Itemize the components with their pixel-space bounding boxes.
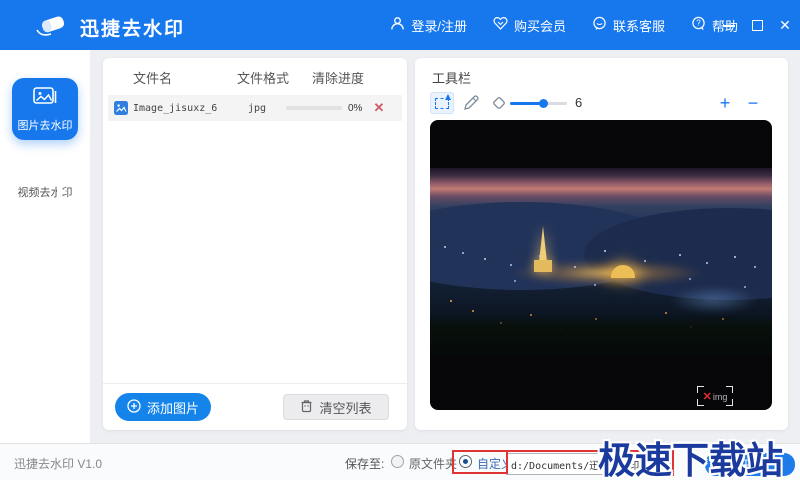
- slider-handle[interactable]: [539, 99, 548, 108]
- column-progress: 清除进度: [312, 68, 364, 87]
- add-image-button[interactable]: 添加图片: [115, 393, 211, 421]
- chat-bubble-icon: [592, 16, 607, 34]
- photo-city-glow: [669, 286, 758, 314]
- photo-church-body: [534, 260, 552, 272]
- toolbar-title: 工具栏: [432, 68, 471, 87]
- toolbar: 6 + −: [415, 92, 788, 116]
- status-bar: 迅捷去水印 V1.0 保存至: 原文件夹 自定义 开始: [0, 443, 800, 480]
- delete-file-icon[interactable]: ✕: [370, 99, 388, 117]
- vip-heart-icon: [493, 16, 508, 34]
- minimize-icon[interactable]: [722, 18, 736, 32]
- app-window: 迅捷去水印 登录/注册 购买会员 联系客服: [0, 0, 800, 480]
- photo-foreground-trees: [430, 314, 772, 358]
- browse-folder-button[interactable]: [649, 453, 671, 476]
- brush-size-slider[interactable]: [510, 102, 567, 105]
- user-icon: [390, 16, 405, 34]
- file-list-panel: 文件名 文件格式 清除进度 Image_jisuxz_6 jpg 0% ✕ 添加…: [103, 58, 407, 430]
- eraser-tool-icon[interactable]: [490, 94, 508, 117]
- selection-arrow-icon: [445, 94, 451, 100]
- column-format: 文件格式: [237, 68, 289, 87]
- watermark-selection-marker[interactable]: ✕img: [697, 386, 733, 406]
- marker-corner: [726, 386, 733, 393]
- folder-icon: [654, 459, 667, 470]
- photo-city-lights: [444, 246, 446, 248]
- svg-text:?: ?: [696, 19, 701, 28]
- radio-original-folder-label[interactable]: 原文件夹: [409, 455, 457, 472]
- sidebar-item-label: 图片去水印: [18, 117, 73, 133]
- app-logo-eraser-icon: [34, 10, 70, 45]
- sidebar-item-label: 视频去水印: [0, 184, 90, 200]
- progress-bar: [286, 106, 342, 110]
- help-question-icon: ?: [691, 16, 706, 34]
- save-path-input[interactable]: [506, 453, 646, 475]
- clear-list-button[interactable]: 清空列表: [283, 394, 389, 420]
- buy-membership-button[interactable]: 购买会员: [493, 16, 566, 35]
- sidebar: 图片去水印 视频去水印: [0, 50, 90, 443]
- selection-tool-button[interactable]: [430, 92, 454, 114]
- photo-church-spire: [539, 226, 547, 262]
- trash-icon: [300, 399, 313, 416]
- login-register-button[interactable]: 登录/注册: [390, 16, 467, 35]
- brush-size-value: 6: [575, 95, 582, 110]
- title-bar: 迅捷去水印 登录/注册 购买会员 联系客服: [0, 0, 800, 50]
- image-icon: [32, 86, 58, 113]
- marker-corner: [726, 399, 733, 406]
- marker-corner: [697, 386, 704, 393]
- photo-street-lights: [450, 300, 452, 302]
- marker-x-icon: ✕: [703, 391, 712, 403]
- zoom-in-icon[interactable]: +: [715, 92, 735, 114]
- radio-original-folder[interactable]: [391, 455, 404, 468]
- sidebar-item-video-watermark[interactable]: 视频去水印: [0, 178, 90, 200]
- app-version: 迅捷去水印 V1.0: [14, 455, 102, 472]
- zoom-out-icon[interactable]: −: [743, 92, 763, 114]
- table-row[interactable]: Image_jisuxz_6 jpg 0% ✕: [108, 95, 402, 121]
- window-controls: ✕: [722, 0, 792, 50]
- progress-value: 0%: [348, 103, 362, 114]
- start-button[interactable]: 开始: [705, 453, 795, 476]
- file-format: jpg: [248, 103, 266, 114]
- brush-tool-icon[interactable]: [462, 94, 480, 117]
- file-name: Image_jisuxz_6: [133, 103, 217, 114]
- maximize-icon[interactable]: [750, 18, 764, 32]
- marker-corner: [697, 399, 704, 406]
- close-icon[interactable]: ✕: [778, 18, 792, 32]
- sidebar-item-image-watermark[interactable]: 图片去水印: [12, 78, 78, 140]
- editor-panel: 工具栏 6 + −: [415, 58, 788, 430]
- title-menu: 登录/注册 购买会员 联系客服 ? 帮助: [390, 0, 738, 50]
- image-file-icon: [114, 101, 128, 120]
- radio-custom-folder[interactable]: [459, 455, 472, 468]
- save-to-label: 保存至:: [345, 455, 384, 472]
- preview-image: ✕img: [430, 168, 772, 358]
- file-list-footer: 添加图片 清空列表: [103, 383, 407, 430]
- column-filename: 文件名: [133, 68, 172, 87]
- plus-circle-icon: [127, 399, 141, 416]
- preview-canvas[interactable]: ✕img: [430, 120, 772, 410]
- app-title: 迅捷去水印: [80, 14, 185, 41]
- contact-support-button[interactable]: 联系客服: [592, 16, 665, 35]
- file-list-header: 文件名 文件格式 清除进度: [103, 68, 407, 94]
